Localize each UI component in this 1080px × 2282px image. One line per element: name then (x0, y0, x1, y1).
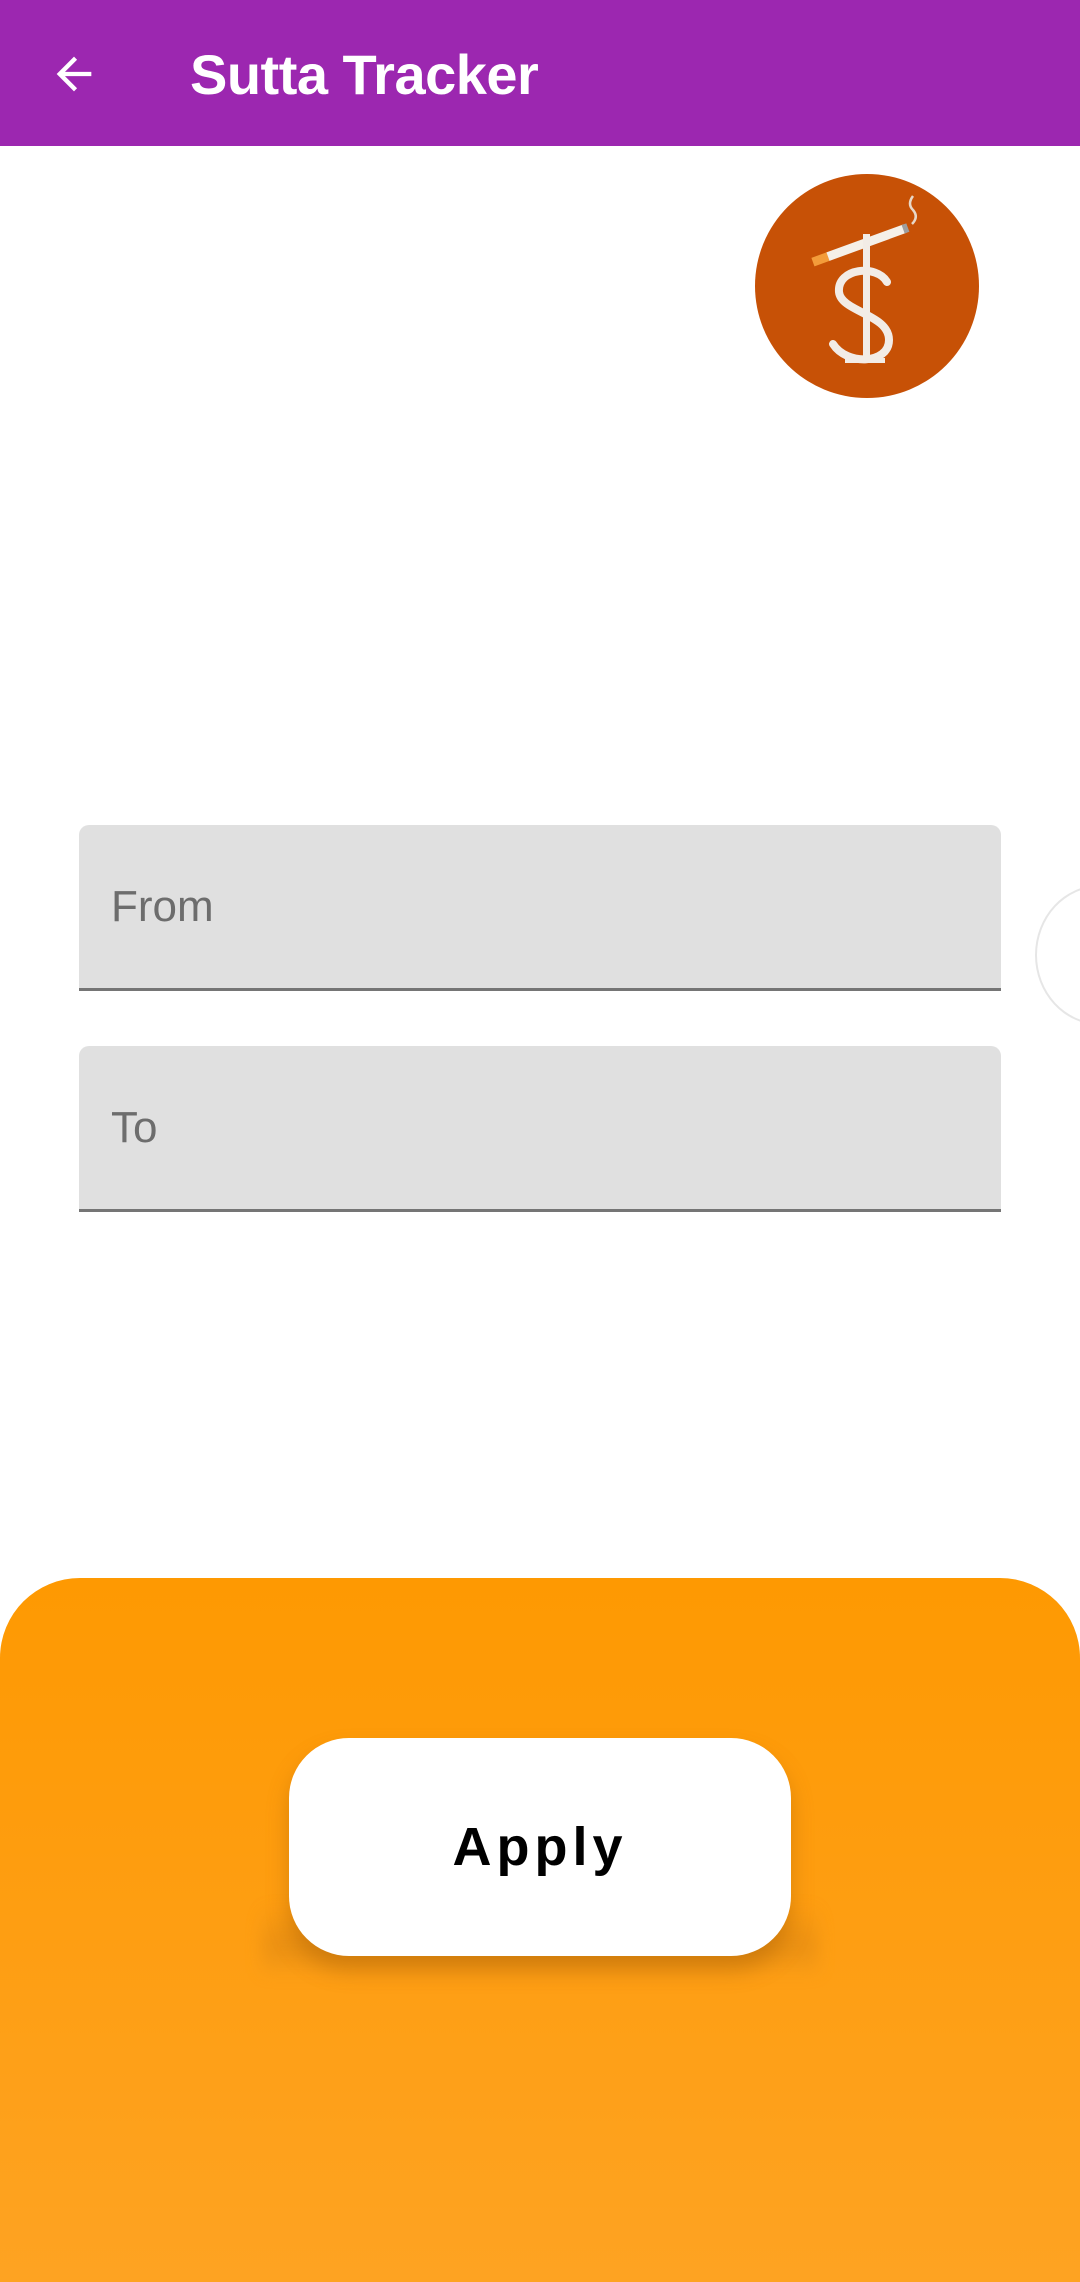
from-input[interactable] (111, 825, 971, 988)
arrow-back-icon (56, 56, 92, 92)
app-title: Sutta Tracker (190, 43, 539, 106)
from-field[interactable] (79, 825, 1001, 991)
apply-button[interactable]: Apply (289, 1738, 791, 1956)
app-bar: Sutta Tracker (0, 0, 1080, 146)
to-input[interactable] (111, 1046, 971, 1209)
screen: Sutta Tracker Apply (0, 0, 1080, 2282)
back-button[interactable] (36, 36, 112, 112)
to-field[interactable] (79, 1046, 1001, 1212)
edge-floating-button[interactable] (1035, 885, 1080, 1025)
sutta-tracker-logo-icon (755, 174, 979, 398)
apply-button-label: Apply (452, 1817, 628, 1877)
